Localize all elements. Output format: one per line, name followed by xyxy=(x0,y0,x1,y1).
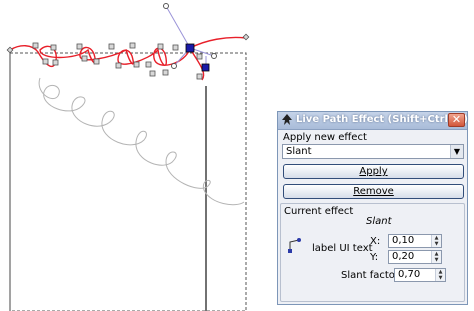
handle-line xyxy=(165,5,191,49)
y-spinbox[interactable]: 0,20 ▲ ▼ xyxy=(388,250,442,264)
ghost-path xyxy=(38,77,245,206)
dialog-title: Live Path Effect (Shift+Ctrl+7) xyxy=(296,114,468,125)
selected-node[interactable] xyxy=(185,43,195,53)
spin-arrows-icon[interactable]: ▲ ▼ xyxy=(431,251,441,263)
slant-factor-spinbox[interactable]: 0,70 ▲ ▼ xyxy=(394,268,446,282)
close-button[interactable]: ✕ xyxy=(448,113,465,127)
path-node[interactable] xyxy=(133,61,140,68)
slant-factor-label: Slant factor xyxy=(341,270,399,281)
path-node[interactable] xyxy=(129,42,136,49)
close-icon: ✕ xyxy=(451,113,462,126)
y-value: 0,20 xyxy=(392,251,415,262)
path-node[interactable] xyxy=(76,43,83,50)
slant-factor-value: 0,70 xyxy=(398,269,421,280)
dialog-titlebar[interactable]: Live Path Effect (Shift+Ctrl+7) ✕ xyxy=(278,112,468,130)
param-ui-label: label UI text xyxy=(312,243,373,254)
x-spinbox[interactable]: 0,10 ▲ ▼ xyxy=(388,234,442,248)
path-node[interactable] xyxy=(50,44,57,51)
inkscape-logo-icon xyxy=(282,114,292,125)
effect-select[interactable]: Slant ▼ xyxy=(282,144,464,159)
remove-button[interactable]: Remove xyxy=(283,184,464,199)
path-node[interactable] xyxy=(52,59,59,66)
path-node[interactable] xyxy=(157,43,164,50)
selected-node[interactable] xyxy=(201,63,210,72)
path-node[interactable] xyxy=(81,55,88,62)
path-node[interactable] xyxy=(145,61,152,68)
path-node[interactable] xyxy=(115,62,122,69)
apply-new-effect-label: Apply new effect xyxy=(283,132,367,143)
handle-knob[interactable] xyxy=(171,63,177,69)
path-node[interactable] xyxy=(172,44,179,51)
path-node[interactable] xyxy=(32,42,39,49)
path-node[interactable] xyxy=(6,46,14,54)
live-path-effect-dialog: Live Path Effect (Shift+Ctrl+7) ✕ Apply … xyxy=(277,111,468,305)
spin-arrows-icon[interactable]: ▲ ▼ xyxy=(435,269,445,281)
apply-button[interactable]: Apply xyxy=(283,164,464,179)
effect-select-value: Slant xyxy=(286,146,312,157)
spin-arrows-icon[interactable]: ▲ ▼ xyxy=(431,235,441,247)
path-node[interactable] xyxy=(162,69,169,76)
y-label: Y: xyxy=(370,252,379,263)
chevron-down-icon[interactable]: ▼ xyxy=(450,145,463,158)
path-node[interactable] xyxy=(108,43,115,50)
path-node[interactable] xyxy=(42,58,49,65)
handle-knob[interactable] xyxy=(163,3,169,9)
path-node[interactable] xyxy=(196,53,203,60)
path-node[interactable] xyxy=(93,58,100,65)
path-node[interactable] xyxy=(196,73,203,80)
x-label: X: xyxy=(370,236,381,247)
path-node[interactable] xyxy=(242,33,250,41)
point-param-icon[interactable] xyxy=(287,237,303,253)
current-effect-name: Slant xyxy=(366,216,392,227)
path-node[interactable] xyxy=(149,70,156,77)
x-value: 0,10 xyxy=(392,235,415,246)
handle-knob[interactable] xyxy=(211,53,217,59)
current-effect-label: Current effect xyxy=(284,206,354,217)
